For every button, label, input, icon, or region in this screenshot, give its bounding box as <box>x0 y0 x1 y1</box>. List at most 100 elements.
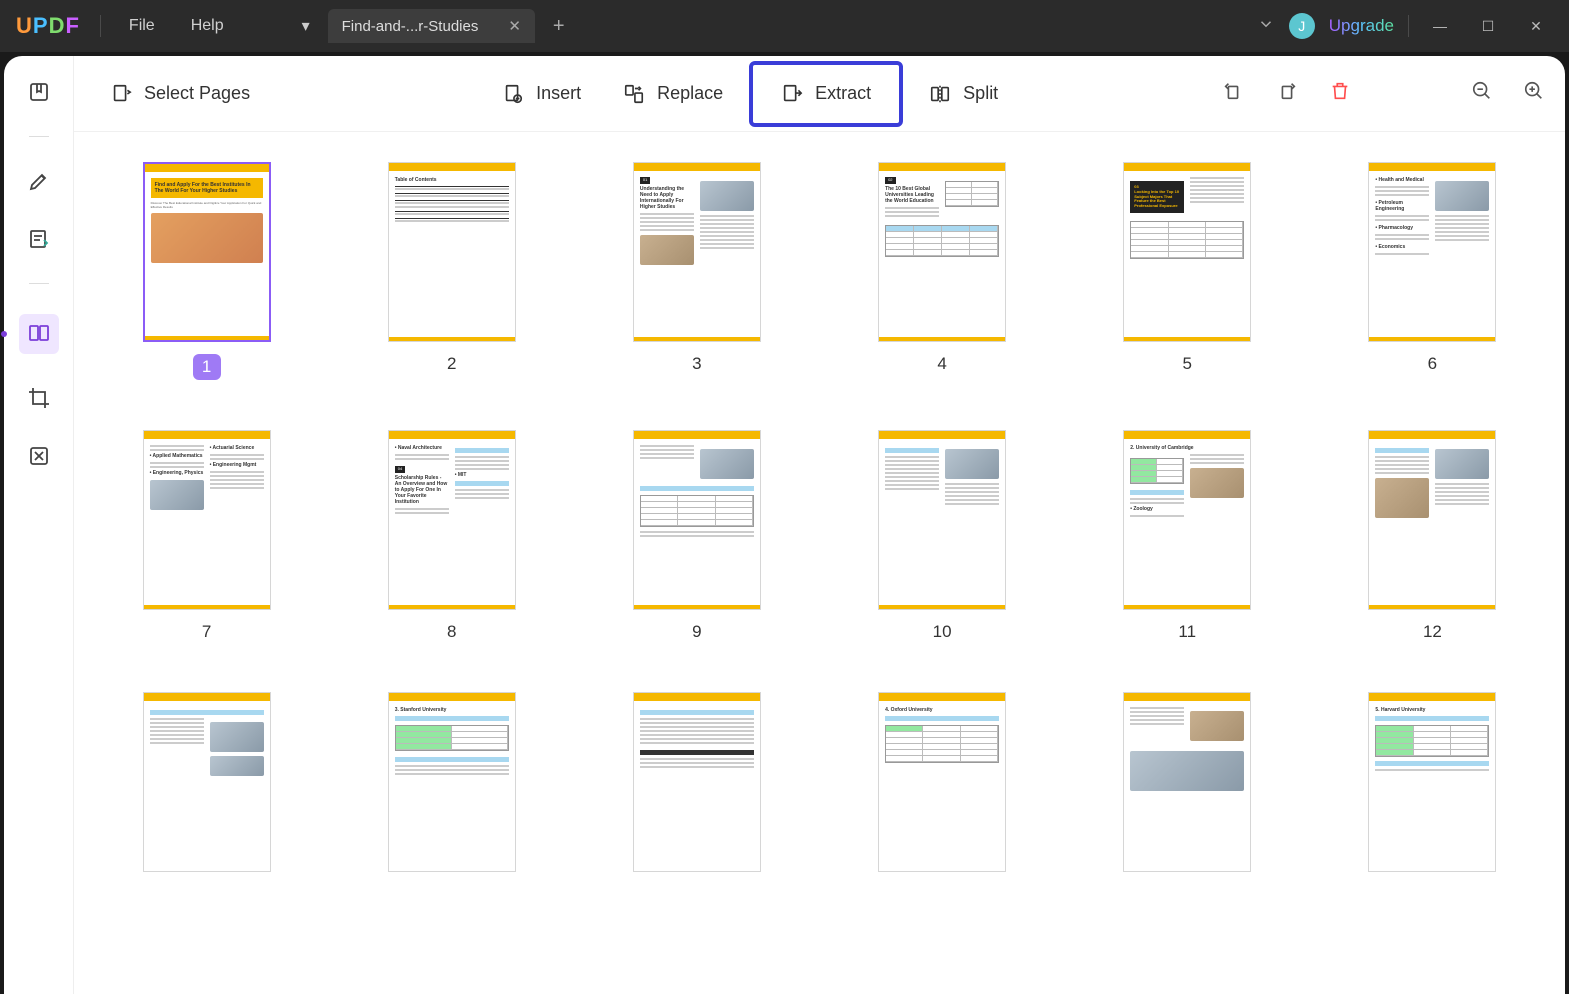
thumb-16: 4. Oxford University <box>878 692 1006 872</box>
thumb-7: • Applied Mathematics• Engineering, Phys… <box>143 430 271 610</box>
page-number: 3 <box>692 354 701 374</box>
upgrade-button[interactable]: Upgrade <box>1329 16 1394 36</box>
rotate-left-icon[interactable] <box>1221 80 1245 107</box>
thumb-18: 5. Harvard University <box>1368 692 1496 872</box>
thumb-8: • Naval Architecture04Scholarship Rules … <box>388 430 516 610</box>
thumb-12 <box>1368 430 1496 610</box>
document-tab[interactable]: Find-and-...r-Studies ✕ <box>328 9 535 43</box>
page-number: 6 <box>1428 354 1437 374</box>
organize-pages-icon[interactable] <box>19 314 59 354</box>
page-number: 11 <box>1178 622 1196 642</box>
tab-title: Find-and-...r-Studies <box>342 18 479 35</box>
close-icon[interactable]: ✕ <box>508 17 521 35</box>
split-button[interactable]: Split <box>913 73 1014 115</box>
replace-label: Replace <box>657 83 723 104</box>
thumb-6: • Health and Medical• Petroleum Engineer… <box>1368 162 1496 342</box>
page-thumbnail[interactable] <box>1095 692 1280 872</box>
page-thumbnail[interactable]: 4. Oxford University <box>850 692 1035 872</box>
tab-dropdown-icon[interactable]: ▾ <box>292 12 320 40</box>
watermark-icon[interactable] <box>25 442 53 470</box>
page-number: 12 <box>1423 622 1442 642</box>
thumb-3: 01 Understanding the Need to Apply Inter… <box>633 162 761 342</box>
minimize-button[interactable]: — <box>1423 18 1457 34</box>
pages-grid: Find and Apply For the Best Institutes I… <box>114 162 1525 872</box>
thumb-2: Table of Contents <box>388 162 516 342</box>
pages-grid-container[interactable]: Find and Apply For the Best Institutes I… <box>74 132 1565 994</box>
page-thumbnail[interactable]: 02 The 10 Best Global Universities Leadi… <box>850 162 1035 380</box>
sidebar <box>4 56 74 994</box>
workspace: Select Pages Insert Replace Extract Spli… <box>0 52 1569 994</box>
page-number: 1 <box>193 354 221 380</box>
split-label: Split <box>963 83 998 104</box>
page-thumbnail[interactable]: Find and Apply For the Best Institutes I… <box>114 162 299 380</box>
titlebar-right: J Upgrade — ☐ ✕ <box>1257 13 1553 39</box>
page-thumbnail[interactable]: 10 <box>850 430 1035 642</box>
edit-text-icon[interactable] <box>25 225 53 253</box>
thumb-10 <box>878 430 1006 610</box>
replace-button[interactable]: Replace <box>607 73 739 115</box>
page-thumbnail[interactable]: • Health and Medical• Petroleum Engineer… <box>1340 162 1525 380</box>
menu-file[interactable]: File <box>121 13 163 39</box>
page-thumbnail[interactable] <box>114 692 299 872</box>
page-number: 8 <box>447 622 456 642</box>
page2-title: Table of Contents <box>395 177 509 183</box>
active-indicator <box>1 331 7 337</box>
page4-title: The 10 Best Global Universities Leading … <box>885 186 939 204</box>
new-tab-button[interactable]: + <box>543 15 575 38</box>
page8-title: Scholarship Rules - An Overview and How … <box>395 475 449 505</box>
avatar[interactable]: J <box>1289 13 1315 39</box>
separator <box>29 283 49 284</box>
page-thumbnail[interactable]: 12 <box>1340 430 1525 642</box>
page-thumbnail[interactable]: 01 Understanding the Need to Apply Inter… <box>604 162 789 380</box>
thumb-15 <box>633 692 761 872</box>
page-number: 4 <box>937 354 946 374</box>
page-thumbnail[interactable]: 5. Harvard University <box>1340 692 1525 872</box>
extract-button[interactable]: Extract <box>749 61 903 127</box>
insert-button[interactable]: Insert <box>486 73 597 115</box>
page5-title: Looking Into the Top 10 Subject Majors T… <box>1134 189 1179 208</box>
toolbar-right <box>1221 80 1545 107</box>
thumb-14: 3. Stanford University <box>388 692 516 872</box>
zoom-in-icon[interactable] <box>1523 80 1545 107</box>
separator <box>29 136 49 137</box>
page-thumbnail[interactable]: 2. University of Cambridge • Zoology 11 <box>1095 430 1280 642</box>
page11-title: 2. University of Cambridge <box>1130 445 1244 451</box>
app-logo: UPDF <box>16 13 80 39</box>
page-thumbnail[interactable]: • Naval Architecture04Scholarship Rules … <box>359 430 544 642</box>
page-thumbnail[interactable] <box>604 692 789 872</box>
extract-label: Extract <box>815 83 871 104</box>
page-thumbnail[interactable]: • Applied Mathematics• Engineering, Phys… <box>114 430 299 642</box>
bookmarks-icon[interactable] <box>25 78 53 106</box>
close-button[interactable]: ✕ <box>1519 18 1553 35</box>
thumb-1: Find and Apply For the Best Institutes I… <box>143 162 271 342</box>
page-number: 5 <box>1183 354 1192 374</box>
page-thumbnail[interactable]: 03Looking Into the Top 10 Subject Majors… <box>1095 162 1280 380</box>
insert-label: Insert <box>536 83 581 104</box>
page-thumbnail[interactable]: 3. Stanford University <box>359 692 544 872</box>
highlight-icon[interactable] <box>25 167 53 195</box>
toolbar: Select Pages Insert Replace Extract Spli… <box>74 56 1565 132</box>
page1-title: Find and Apply For the Best Institutes I… <box>151 178 263 198</box>
chevron-down-icon[interactable] <box>1257 15 1275 38</box>
page-number: 10 <box>933 622 952 642</box>
thumb-13 <box>143 692 271 872</box>
menu-help[interactable]: Help <box>183 13 232 39</box>
thumb-9 <box>633 430 761 610</box>
page-number: 9 <box>692 622 701 642</box>
maximize-button[interactable]: ☐ <box>1471 18 1505 35</box>
page-number: 7 <box>202 622 211 642</box>
thumb-11: 2. University of Cambridge • Zoology <box>1123 430 1251 610</box>
main-panel: Select Pages Insert Replace Extract Spli… <box>74 56 1565 994</box>
crop-icon[interactable] <box>25 384 53 412</box>
rotate-right-icon[interactable] <box>1275 80 1299 107</box>
divider <box>100 15 101 37</box>
zoom-out-icon[interactable] <box>1471 80 1493 107</box>
titlebar: UPDF File Help ▾ Find-and-...r-Studies ✕… <box>0 0 1569 52</box>
delete-icon[interactable] <box>1329 80 1351 107</box>
select-pages-label: Select Pages <box>144 83 250 104</box>
select-pages-button[interactable]: Select Pages <box>94 73 266 115</box>
thumb-17 <box>1123 692 1251 872</box>
page1-sub: Discover The Best Educational Institute … <box>151 202 263 209</box>
page-thumbnail[interactable]: 9 <box>604 430 789 642</box>
page-thumbnail[interactable]: Table of Contents 2 <box>359 162 544 380</box>
